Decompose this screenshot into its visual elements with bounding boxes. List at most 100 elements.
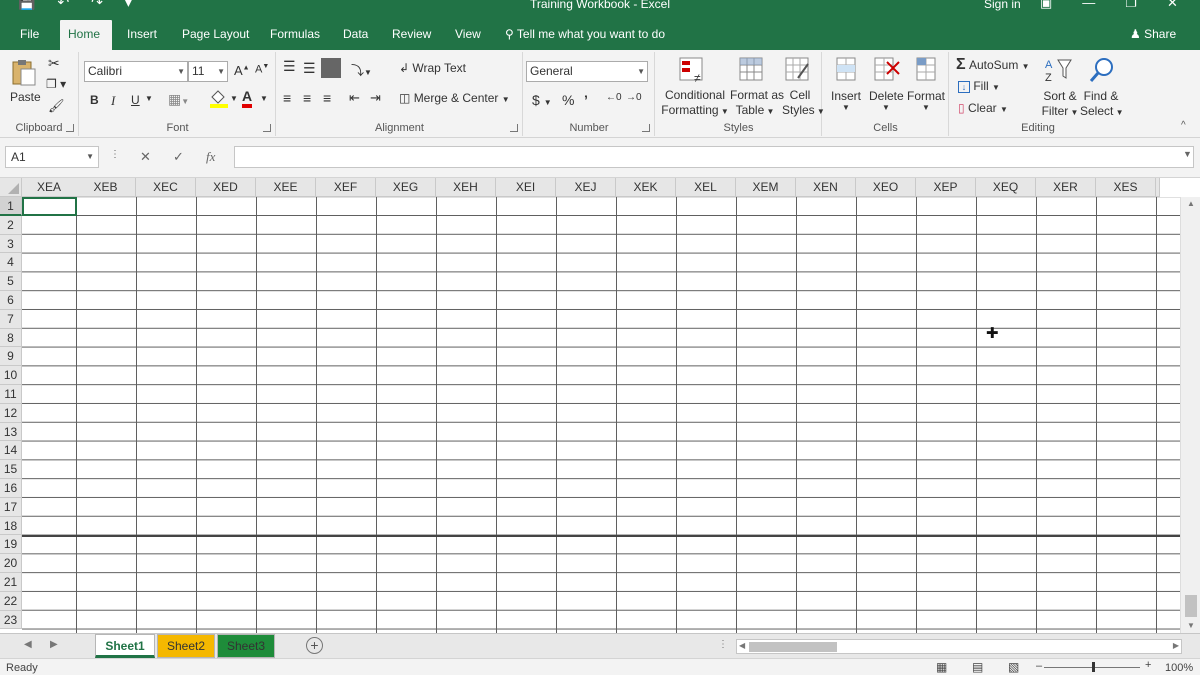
column-header[interactable]: XEF xyxy=(316,178,376,197)
increase-indent-icon[interactable]: ⇥ xyxy=(370,90,381,106)
column-header[interactable]: XEO xyxy=(856,178,916,197)
row-header[interactable]: 10 xyxy=(0,366,22,385)
scroll-right-icon[interactable]: ▶ xyxy=(1173,641,1179,650)
column-header[interactable]: XEA xyxy=(22,178,77,197)
font-launcher-icon[interactable] xyxy=(263,124,271,132)
row-header[interactable]: 8 xyxy=(0,328,22,348)
tell-me-box[interactable]: ⚲ Tell me what you want to do xyxy=(505,27,665,41)
row-header[interactable]: 13 xyxy=(0,422,22,442)
share-button[interactable]: ♟ Share xyxy=(1130,27,1176,41)
decrease-font-size-icon[interactable]: A▼ xyxy=(255,63,269,76)
expand-formula-bar-icon[interactable]: ▼ xyxy=(1183,149,1192,159)
select-all-button[interactable] xyxy=(0,178,22,197)
bold-button[interactable]: B xyxy=(90,93,99,107)
alignment-launcher-icon[interactable] xyxy=(510,124,518,132)
column-header[interactable]: XEB xyxy=(76,178,136,197)
increase-font-size-icon[interactable]: A▲ xyxy=(234,63,250,78)
number-launcher-icon[interactable] xyxy=(642,124,650,132)
sheet-tab-sheet2[interactable]: Sheet2 xyxy=(157,634,215,658)
scroll-down-icon[interactable]: ▼ xyxy=(1187,621,1195,630)
decrease-decimal-icon[interactable]: →0 xyxy=(626,92,642,103)
collapse-ribbon-icon[interactable]: ^ xyxy=(1181,120,1186,131)
maximize-icon[interactable]: ❐ xyxy=(1125,0,1137,11)
column-header[interactable]: XEP xyxy=(916,178,976,197)
merge-center-button[interactable]: ◫ Merge & Center ▼ xyxy=(399,91,510,105)
font-color-icon[interactable]: A xyxy=(242,89,253,108)
column-header[interactable]: XEJ xyxy=(556,178,616,197)
percent-button[interactable]: % xyxy=(562,92,574,108)
column-header[interactable]: XER xyxy=(1036,178,1096,197)
new-sheet-button[interactable]: + xyxy=(306,637,323,654)
copy-icon[interactable]: ❐ ▾ xyxy=(46,77,66,91)
page-break-preview-icon[interactable]: ▧ xyxy=(1008,660,1019,674)
number-format-combo[interactable]: General ▼ xyxy=(526,61,648,82)
row-header[interactable]: 6 xyxy=(0,291,22,310)
tab-review[interactable]: Review xyxy=(384,22,439,50)
name-box[interactable]: A1 ▼ xyxy=(5,146,99,168)
row-header[interactable]: 11 xyxy=(0,385,22,404)
paste-button[interactable]: Paste xyxy=(10,90,41,104)
cancel-entry-icon[interactable]: ✕ xyxy=(140,149,151,165)
minimize-icon[interactable]: — xyxy=(1082,0,1095,11)
row-header[interactable]: 15 xyxy=(0,460,22,479)
top-align-icon[interactable]: ☰ xyxy=(283,58,296,75)
tab-view[interactable]: View xyxy=(447,22,489,50)
tab-splitter-icon[interactable]: ⋮ xyxy=(718,639,728,650)
font-name-combo[interactable]: Calibri ▼ xyxy=(84,61,188,82)
row-header[interactable]: 7 xyxy=(0,309,22,329)
sign-in-link[interactable]: Sign in xyxy=(984,0,1021,11)
prev-sheet-icon[interactable]: ◀ xyxy=(24,639,32,650)
row-header[interactable]: 12 xyxy=(0,403,22,423)
decrease-indent-icon[interactable]: ⇤ xyxy=(349,90,360,106)
underline-button[interactable]: U xyxy=(131,93,140,107)
comma-style-button[interactable]: ’ xyxy=(584,92,588,108)
row-header[interactable]: 16 xyxy=(0,479,22,498)
sheet-tab-sheet1[interactable]: Sheet1 xyxy=(95,634,155,658)
zoom-slider-knob[interactable] xyxy=(1092,662,1095,672)
normal-view-icon[interactable]: ▦ xyxy=(936,660,947,674)
align-center-icon[interactable]: ≡ xyxy=(303,90,311,106)
orientation-icon[interactable]: ⤵▼ xyxy=(351,60,372,79)
conditional-formatting-button[interactable]: Conditional Formatting ▼ xyxy=(660,88,730,119)
column-header[interactable]: XEL xyxy=(676,178,736,197)
row-header[interactable]: 22 xyxy=(0,591,22,611)
autosum-button[interactable]: Σ AutoSum ▼ xyxy=(956,56,1030,74)
row-header[interactable]: 21 xyxy=(0,573,22,592)
increase-decimal-icon[interactable]: ←0 xyxy=(606,92,622,103)
format-painter-icon[interactable]: 🖌 xyxy=(48,98,65,114)
row-header[interactable]: 14 xyxy=(0,441,22,461)
column-header[interactable]: XEN xyxy=(796,178,856,197)
paste-icon[interactable] xyxy=(10,58,38,86)
align-right-icon[interactable]: ≡ xyxy=(323,90,331,106)
insert-cells-button[interactable]: Insert ▼ xyxy=(831,89,861,112)
tab-file[interactable]: File xyxy=(12,22,47,50)
enter-entry-icon[interactable]: ✓ xyxy=(173,149,184,165)
currency-button[interactable]: $ ▼ xyxy=(532,92,552,108)
wrap-text-button[interactable]: ↲ Wrap Text xyxy=(399,61,466,75)
formula-bar-splitter-icon[interactable]: ⋮ xyxy=(110,149,120,160)
cell-area[interactable] xyxy=(22,197,1180,633)
zoom-out-icon[interactable]: – xyxy=(1036,660,1042,672)
active-cell-selection[interactable] xyxy=(22,197,77,216)
italic-button[interactable]: I xyxy=(111,93,115,109)
format-cells-button[interactable]: Format ▼ xyxy=(907,89,945,112)
borders-icon[interactable]: ▦▼ xyxy=(168,91,189,108)
row-header[interactable]: 2 xyxy=(0,215,22,235)
find-select-button[interactable]: Find & Select ▼ xyxy=(1080,89,1124,120)
column-header[interactable]: XES xyxy=(1096,178,1156,197)
close-icon[interactable]: ✕ xyxy=(1167,0,1178,11)
row-header[interactable]: 19 xyxy=(0,535,22,555)
page-layout-view-icon[interactable]: ▤ xyxy=(972,660,983,674)
row-header[interactable]: 1 xyxy=(0,197,22,216)
tab-home[interactable]: Home xyxy=(60,20,112,50)
column-header[interactable]: XEG xyxy=(376,178,436,197)
column-header[interactable]: XEM xyxy=(736,178,796,197)
scroll-left-icon[interactable]: ◀ xyxy=(739,641,745,650)
middle-align-icon[interactable]: ☰ xyxy=(303,60,316,77)
sort-filter-button[interactable]: Sort & Filter ▼ xyxy=(1040,89,1080,120)
font-color-chevron-icon[interactable]: ▼ xyxy=(260,94,268,103)
row-header[interactable]: 3 xyxy=(0,234,22,254)
scroll-up-icon[interactable]: ▲ xyxy=(1187,199,1195,208)
row-header[interactable]: 23 xyxy=(0,610,22,630)
row-header[interactable]: 4 xyxy=(0,253,22,273)
